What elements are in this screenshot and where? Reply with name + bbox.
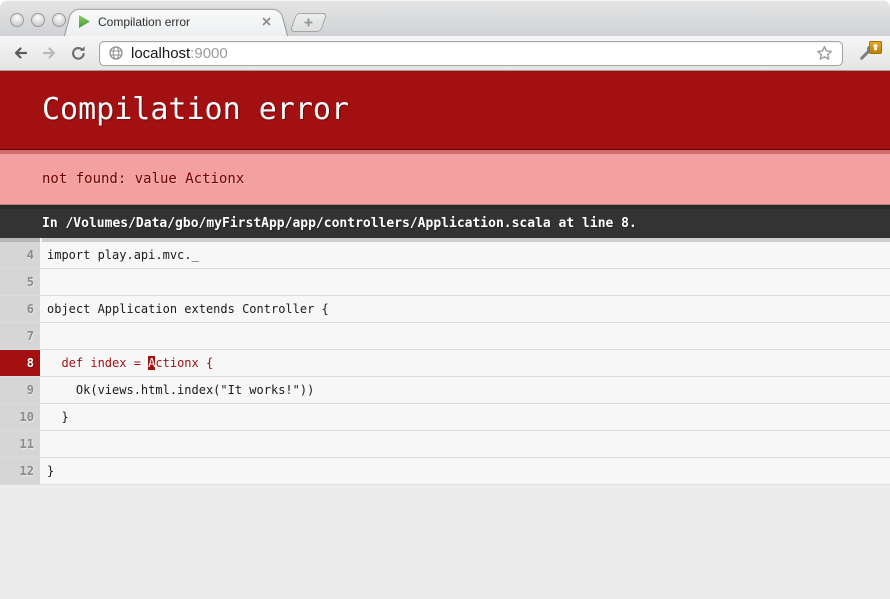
bookmark-star-icon[interactable] — [816, 45, 833, 61]
window-controls — [10, 13, 66, 27]
code-text: object Application extends Controller { — [42, 296, 890, 322]
globe-icon[interactable] — [109, 46, 123, 60]
code-line: 5 — [0, 269, 890, 296]
code-text — [42, 269, 890, 295]
reload-icon — [70, 45, 87, 62]
code-line: 11 — [0, 431, 890, 458]
reload-button[interactable] — [65, 40, 91, 66]
line-number: 7 — [0, 323, 40, 349]
window-minimize-button[interactable] — [31, 13, 45, 27]
new-tab-button[interactable] — [290, 13, 328, 32]
plus-icon — [304, 18, 313, 27]
address-bar[interactable]: localhost:9000 — [99, 41, 843, 66]
code-text: } — [42, 458, 890, 484]
tab-close-icon[interactable] — [259, 14, 274, 29]
page-title: Compilation error — [0, 71, 890, 150]
back-button[interactable] — [7, 40, 33, 66]
line-number: 12 — [0, 458, 40, 484]
error-location: In /Volumes/Data/gbo/myFirstApp/app/cont… — [0, 205, 890, 238]
line-number: 11 — [0, 431, 40, 457]
tab-strip: Compilation error — [0, 0, 890, 36]
line-number: 10 — [0, 404, 40, 430]
code-line: 7 — [0, 323, 890, 350]
code-line: 4import play.api.mvc._ — [0, 238, 890, 269]
code-line: 8 def index = Actionx { — [0, 350, 890, 377]
url-text[interactable]: localhost:9000 — [131, 45, 228, 62]
window-zoom-button[interactable] — [52, 13, 66, 27]
url-port: :9000 — [190, 45, 228, 62]
wrench-menu-button[interactable] — [851, 40, 883, 67]
url-host: localhost — [131, 45, 190, 62]
browser-window: Compilation error — [0, 0, 890, 599]
code-text: import play.api.mvc._ — [42, 238, 890, 268]
code-text: Ok(views.html.index("It works!")) — [42, 377, 890, 403]
tab-content: Compilation error — [76, 7, 276, 36]
play-favicon-icon — [78, 14, 91, 29]
error-message: not found: value Actionx — [0, 150, 890, 205]
window-close-button[interactable] — [10, 13, 24, 27]
code-text — [42, 323, 890, 349]
code-text: } — [42, 404, 890, 430]
line-number: 5 — [0, 269, 40, 295]
toolbar: localhost:9000 — [0, 36, 890, 71]
tab-title: Compilation error — [98, 15, 190, 29]
error-page: Compilation error not found: value Actio… — [0, 71, 890, 485]
code-line: 9 Ok(views.html.index("It works!")) — [0, 377, 890, 404]
line-number: 8 — [0, 350, 40, 376]
line-number: 9 — [0, 377, 40, 403]
back-arrow-icon — [12, 45, 29, 61]
error-marker: A — [148, 356, 155, 370]
browser-tab[interactable]: Compilation error — [76, 7, 276, 36]
code-line: 12} — [0, 458, 890, 485]
forward-arrow-icon — [41, 45, 58, 61]
code-line: 10 } — [0, 404, 890, 431]
code-text — [42, 431, 890, 457]
update-badge-icon — [869, 41, 882, 54]
forward-button[interactable] — [36, 40, 62, 66]
code-line: 6object Application extends Controller { — [0, 296, 890, 323]
line-number: 6 — [0, 296, 40, 322]
code-text: def index = Actionx { — [42, 350, 890, 376]
line-number: 4 — [0, 238, 40, 268]
code-listing: 4import play.api.mvc._56object Applicati… — [0, 238, 890, 485]
